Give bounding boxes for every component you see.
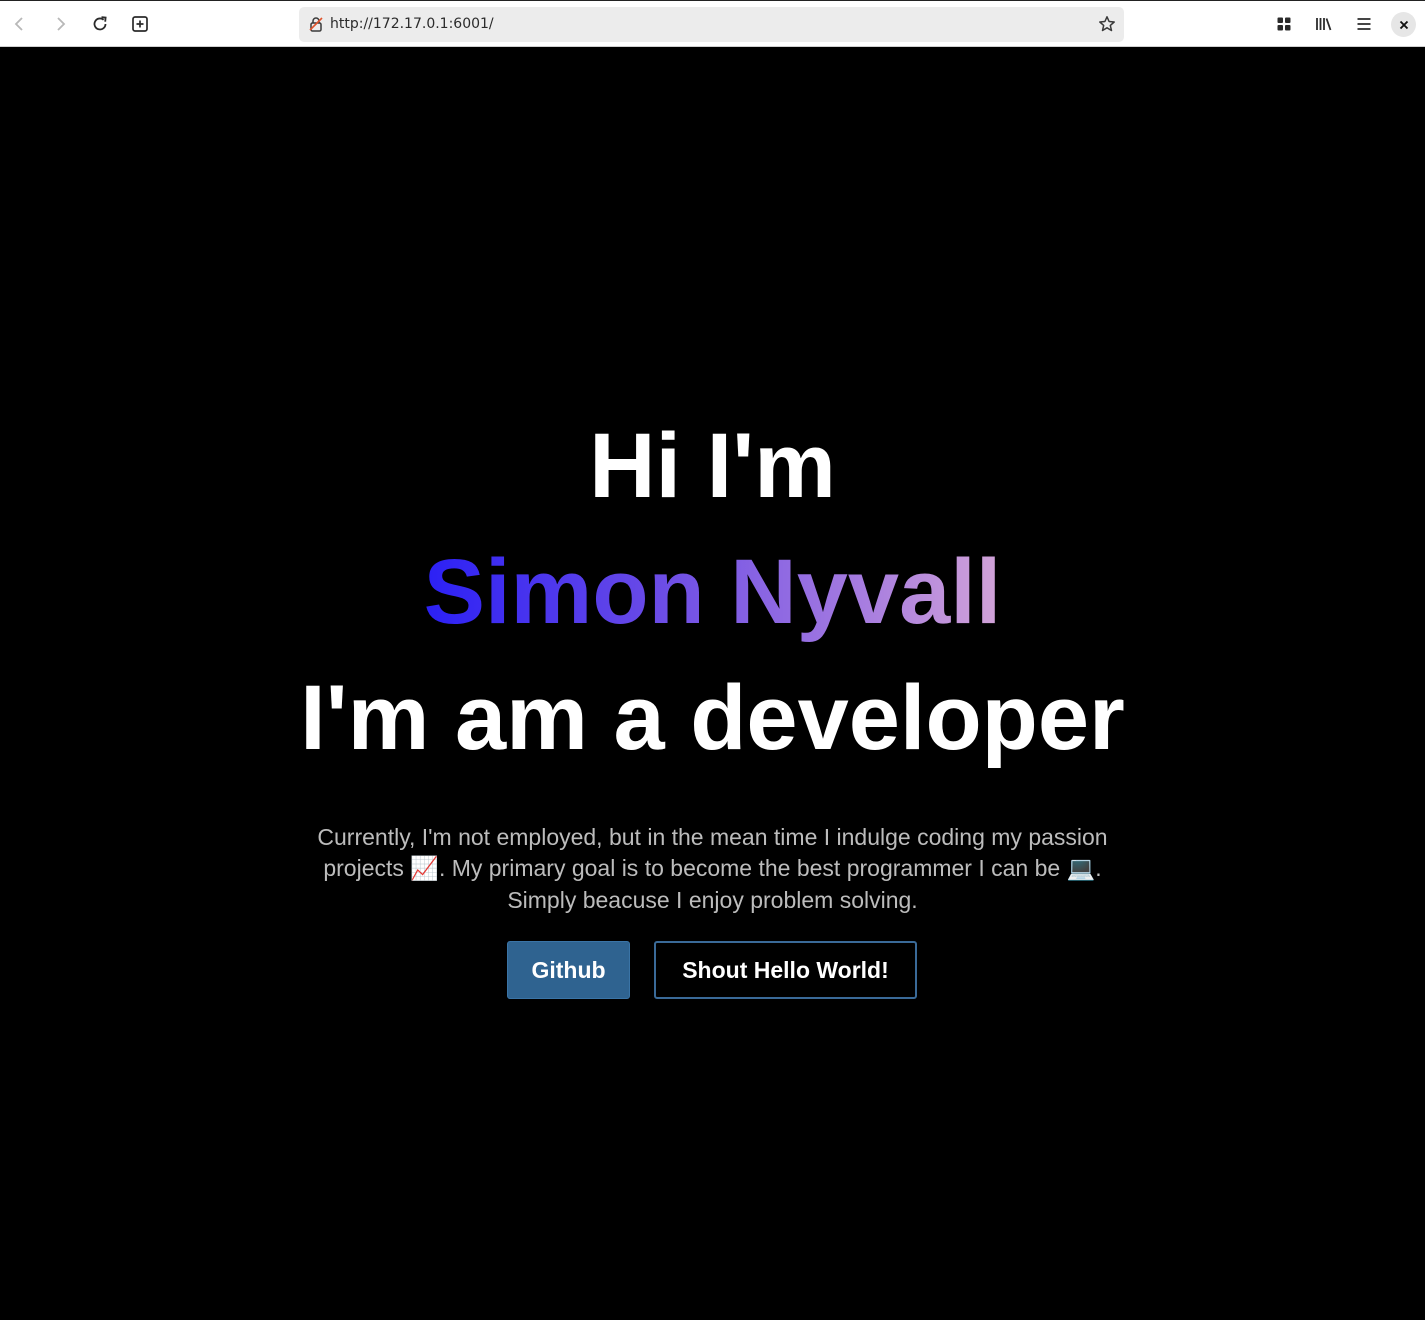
reload-icon (93, 16, 107, 31)
close-window-button[interactable] (1391, 12, 1416, 37)
intro-text-part2: . My primary goal is to become the best … (438, 855, 1067, 881)
browser-toolbar: http://172.17.0.1:6001/ (0, 0, 1425, 47)
back-button[interactable] (6, 10, 34, 38)
gradient-name-text: Simon Nyvall (423, 541, 1002, 643)
insecure-lock-icon (309, 17, 323, 32)
close-icon (1399, 20, 1408, 29)
apps-button[interactable] (1270, 10, 1298, 38)
new-tab-button[interactable] (126, 10, 154, 38)
forward-arrow-icon (57, 17, 66, 31)
chart-emoji-icon: 📈 (410, 856, 439, 882)
forward-button[interactable] (46, 10, 74, 38)
github-button[interactable]: Github (507, 941, 630, 999)
back-arrow-icon (14, 17, 23, 31)
greeting-heading: Hi I'm (589, 415, 836, 517)
new-tab-icon (132, 16, 148, 32)
library-button[interactable] (1310, 10, 1338, 38)
star-icon[interactable] (1098, 15, 1116, 33)
menu-button[interactable] (1350, 10, 1378, 38)
reload-button[interactable] (86, 10, 114, 38)
intro-paragraph: Currently, I'm not employed, but in the … (300, 822, 1125, 916)
tagline-heading: I'm am a developer (300, 667, 1125, 769)
laptop-emoji-icon: 💻 (1066, 856, 1096, 882)
hamburger-menu-icon (1357, 18, 1371, 30)
shout-hello-world-button[interactable]: Shout Hello World! (654, 941, 917, 999)
address-bar[interactable]: http://172.17.0.1:6001/ (299, 7, 1124, 42)
hero-section: Hi I'm Simon Nyvall I'm am a developer C… (0, 47, 1425, 1320)
library-icon (1316, 18, 1332, 31)
grid-icon (1277, 17, 1291, 31)
url-text: http://172.17.0.1:6001/ (330, 16, 494, 32)
name-heading: Simon Nyvall (0, 546, 1425, 638)
